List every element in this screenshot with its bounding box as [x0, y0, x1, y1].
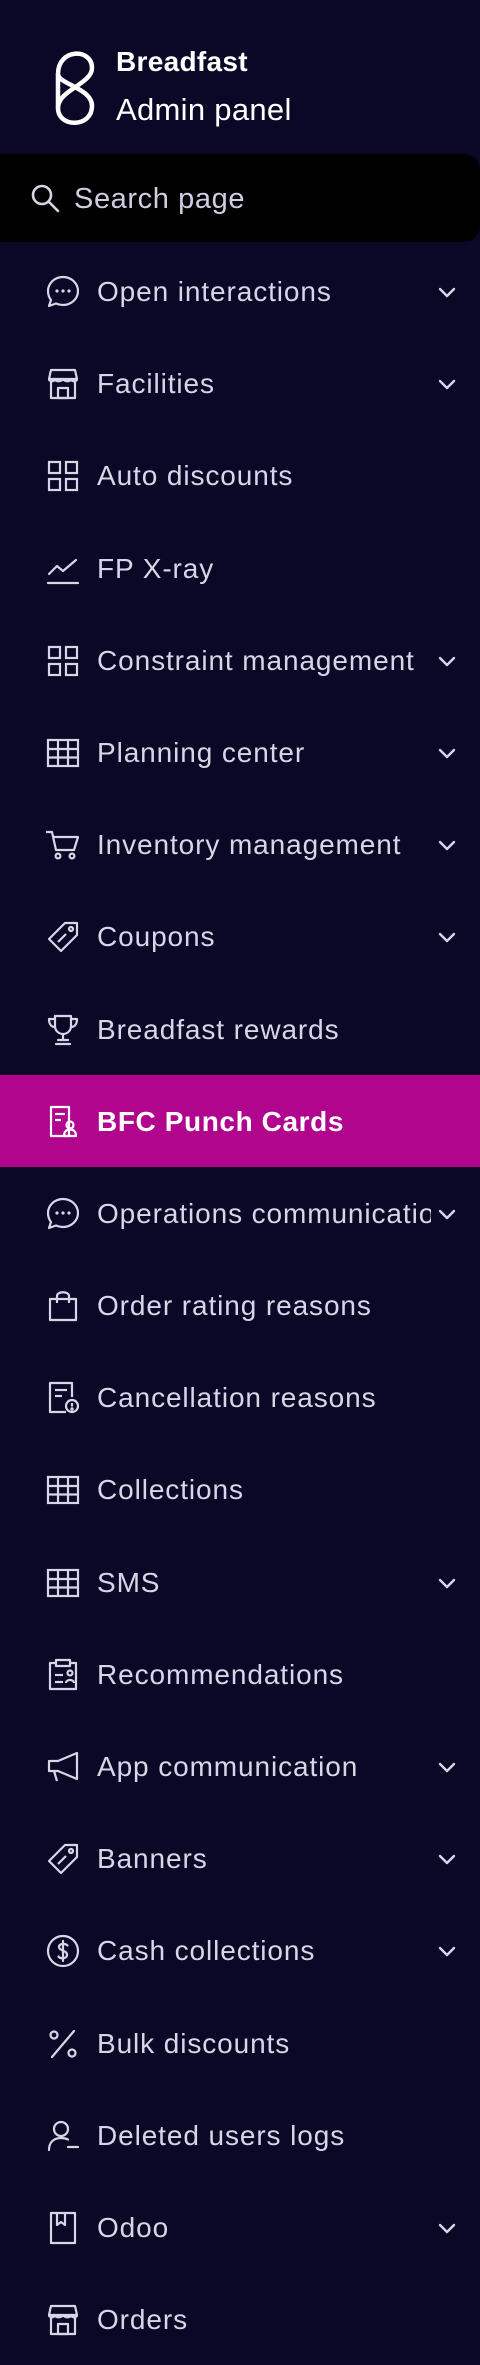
clipboard-icon: [46, 1658, 80, 1692]
chevron-down-icon[interactable]: [436, 650, 458, 672]
sidebar-item-label: Operations communications: [97, 1197, 431, 1229]
sidebar-item-label: Inventory management: [97, 829, 402, 861]
trophy-icon: [46, 1013, 80, 1047]
table-icon: [46, 1473, 80, 1507]
search-icon: [31, 184, 60, 213]
sidebar-item-label: FP X-ray: [97, 552, 215, 584]
chevron-down-icon[interactable]: [436, 1940, 458, 1962]
megaphone-icon: [46, 1750, 80, 1784]
sidebar-item-sms[interactable]: SMS: [0, 1536, 480, 1628]
dollar-circle-icon: [46, 1934, 80, 1968]
chat-bubble-icon: [46, 1197, 80, 1231]
shopping-bag-icon: [46, 1289, 80, 1323]
sidebar-item-app-communication[interactable]: App communication: [0, 1720, 480, 1812]
chevron-down-icon[interactable]: [436, 926, 458, 948]
table-icon: [46, 736, 80, 770]
percent-icon: [46, 2027, 80, 2061]
sidebar-item-bulk-discounts[interactable]: Bulk discounts: [0, 1997, 480, 2089]
sidebar-item-recommendations[interactable]: Recommendations: [0, 1628, 480, 1720]
sidebar-item-bfc-punch-cards[interactable]: BFC Punch Cards: [0, 1074, 480, 1167]
sidebar-item-auto-discounts[interactable]: Auto discounts: [0, 429, 480, 521]
table-icon: [46, 1566, 80, 1600]
tag-icon: [46, 1842, 80, 1876]
sidebar-item-orders[interactable]: Orders: [0, 2273, 480, 2365]
sidebar-item-label: Constraint management: [97, 644, 415, 676]
sidebar-item-label: Cash collections: [97, 1935, 316, 1967]
sidebar-item-label: Open interactions: [97, 276, 332, 307]
brand-header: Breadfast Admin panel: [0, 0, 480, 150]
grid-icon: [46, 644, 80, 678]
chevron-down-icon[interactable]: [436, 281, 458, 303]
sidebar-item-label: BFC Punch Cards: [97, 1105, 345, 1137]
sidebar-item-inventory-management[interactable]: Inventory management: [0, 798, 480, 890]
sidebar-item-label: Collections: [97, 1474, 244, 1506]
grid-icon: [46, 459, 80, 493]
sidebar-item-collections[interactable]: Collections: [0, 1443, 480, 1535]
sidebar-item-label: Cancellation reasons: [97, 1382, 377, 1414]
sidebar-item-label: Deleted users logs: [97, 2119, 346, 2151]
chevron-down-icon[interactable]: [436, 1203, 458, 1225]
sidebar-item-cash-collections[interactable]: Cash collections: [0, 1904, 480, 1996]
sidebar-item-open-interactions[interactable]: Open interactions: [0, 245, 480, 337]
chevron-down-icon[interactable]: [436, 1756, 458, 1778]
sidebar-item-facilities[interactable]: Facilities: [0, 337, 480, 429]
store-icon: [46, 367, 80, 401]
sidebar-item-label: Auto discounts: [97, 460, 294, 492]
sidebar-item-label: Bulk discounts: [97, 2027, 291, 2059]
sidebar-item-constraint-management[interactable]: Constraint management: [0, 614, 480, 706]
chevron-down-icon[interactable]: [436, 373, 458, 395]
brand-subtitle: Admin panel: [116, 92, 292, 127]
chevron-down-icon[interactable]: [436, 2217, 458, 2239]
book-icon: [46, 2211, 80, 2245]
tag-icon: [46, 920, 80, 954]
chevron-down-icon[interactable]: [436, 1572, 458, 1594]
sidebar-item-cancellation-reasons[interactable]: Cancellation reasons: [0, 1351, 480, 1443]
sidebar-item-label: Banners: [97, 1843, 208, 1875]
sidebar-item-label: Coupons: [97, 921, 216, 953]
sidebar-item-banners[interactable]: Banners: [0, 1812, 480, 1904]
line-chart-icon: [46, 552, 80, 586]
store-icon: [46, 2303, 80, 2337]
sidebar-item-fp-x-ray[interactable]: FP X-ray: [0, 522, 480, 614]
search-input[interactable]: [72, 174, 456, 224]
sidebar-item-label: Orders: [97, 2304, 188, 2336]
user-minus-icon: [46, 2119, 80, 2153]
sidebar-item-order-rating-reasons[interactable]: Order rating reasons: [0, 1259, 480, 1351]
receipt-alert-icon: [46, 1381, 80, 1415]
sidebar-item-label: Recommendations: [97, 1658, 344, 1690]
sidebar-item-label: Odoo: [97, 2211, 170, 2243]
chat-bubble-icon: [46, 275, 80, 309]
sidebar-item-label: App communication: [97, 1751, 359, 1782]
breadfast-logo-icon: [55, 51, 95, 125]
chevron-down-icon[interactable]: [436, 742, 458, 764]
sidebar-nav: Open interactions Facilities Auto discount…: [0, 245, 480, 2365]
chevron-down-icon[interactable]: [436, 834, 458, 856]
sidebar-item-coupons[interactable]: Coupons: [0, 890, 480, 982]
sidebar-item-breadfast-rewards[interactable]: Breadfast rewards: [0, 983, 480, 1075]
sidebar-item-operations-communications[interactable]: Operations communications: [0, 1167, 480, 1259]
punch-card-icon: [46, 1105, 80, 1139]
search-bar: [0, 154, 480, 242]
cart-icon: [45, 828, 80, 862]
chevron-down-icon[interactable]: [436, 1848, 458, 1870]
sidebar-item-deleted-users-logs[interactable]: Deleted users logs: [0, 2089, 480, 2181]
sidebar-item-label: Breadfast rewards: [97, 1013, 340, 1045]
sidebar-item-label: Planning center: [97, 736, 306, 768]
sidebar-item-label: Order rating reasons: [97, 1290, 372, 1322]
sidebar-item-label: Facilities: [97, 368, 215, 400]
brand-name: Breadfast: [116, 46, 248, 77]
sidebar-item-label: SMS: [97, 1566, 161, 1598]
sidebar-item-odoo[interactable]: Odoo: [0, 2181, 480, 2273]
sidebar-item-planning-center[interactable]: Planning center: [0, 706, 480, 798]
